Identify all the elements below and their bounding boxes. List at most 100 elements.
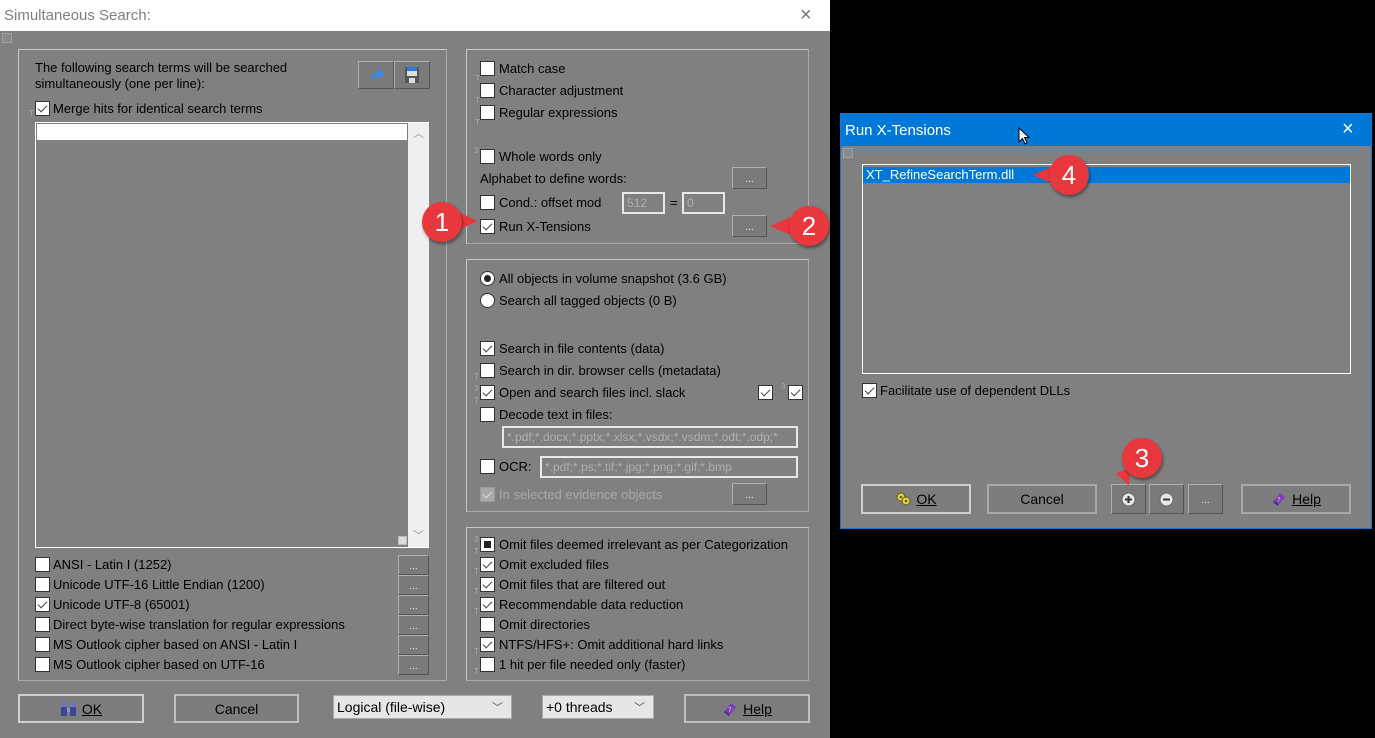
omit-excluded-label: Omit excluded files bbox=[499, 557, 609, 572]
ocr-label: OCR: bbox=[499, 459, 532, 474]
selected-evidence-checkbox[interactable] bbox=[480, 487, 495, 502]
open-search-slack-checkbox[interactable] bbox=[480, 385, 495, 400]
codepage-label-bytewise: Direct byte-wise translation for regular… bbox=[53, 617, 345, 632]
three-marker: 3 bbox=[474, 535, 479, 544]
facilitate-dlls-checkbox[interactable] bbox=[862, 383, 877, 398]
omit-filtered-checkbox[interactable] bbox=[480, 577, 495, 592]
help-label: Help bbox=[743, 700, 772, 717]
codepage-label-outlook-utf16: MS Outlook cipher based on UTF-16 bbox=[53, 657, 265, 672]
close-icon[interactable]: × bbox=[800, 4, 812, 27]
xt-ok-label: OK bbox=[916, 491, 937, 507]
svg-text:?: ? bbox=[1277, 496, 1281, 504]
all-objects-label: All objects in volume snapshot (3.6 GB) bbox=[499, 271, 727, 286]
three-marker: 3 bbox=[474, 384, 479, 393]
omit-excluded-checkbox[interactable] bbox=[480, 557, 495, 572]
codepage-options-button-bytewise[interactable]: ... bbox=[398, 615, 429, 635]
xt-help-button[interactable]: ? Help bbox=[1241, 484, 1351, 514]
merge-hits-label: Merge hits for identical search terms bbox=[53, 101, 263, 116]
omit-hard-links-label: NTFS/HFS+: Omit additional hard links bbox=[499, 637, 724, 652]
codepage-checkbox-utf16le[interactable] bbox=[35, 577, 50, 592]
scroll-down-icon[interactable]: ﹀ bbox=[413, 527, 424, 543]
xtensions-list-item[interactable]: XT_RefineSearchTerm.dll bbox=[863, 167, 1350, 183]
cond-offset-checkbox[interactable] bbox=[480, 195, 495, 210]
run-xtensions-checkbox[interactable] bbox=[480, 219, 495, 234]
codepage-checkbox-utf8[interactable] bbox=[35, 597, 50, 612]
callout-badge-1: 1 bbox=[422, 202, 462, 242]
decode-text-checkbox[interactable] bbox=[480, 407, 495, 422]
codepage-checkbox-outlook-utf16[interactable] bbox=[35, 657, 50, 672]
gears-icon bbox=[896, 492, 911, 506]
whole-words-label: Whole words only bbox=[499, 149, 602, 164]
omit-directories-label: Omit directories bbox=[499, 617, 591, 632]
merge-hits-checkbox[interactable] bbox=[35, 101, 50, 116]
search-terms-description-2: simultaneously (one per line): bbox=[35, 76, 205, 91]
search-file-contents-checkbox[interactable] bbox=[480, 341, 495, 356]
chevron-down-icon: ﹀ bbox=[634, 702, 645, 714]
ocr-checkbox[interactable] bbox=[480, 459, 495, 474]
codepage-checkbox-bytewise[interactable] bbox=[35, 617, 50, 632]
omit-hard-links-checkbox[interactable] bbox=[480, 637, 495, 652]
one-hit-per-file-label: 1 hit per file needed only (faster) bbox=[499, 657, 686, 672]
offset-mod-field[interactable]: 512 bbox=[622, 192, 665, 214]
t-marker: T bbox=[474, 607, 479, 616]
system-corner-box bbox=[843, 148, 853, 158]
t-marker: T bbox=[474, 667, 479, 676]
offset-value-field[interactable]: 0 bbox=[682, 192, 725, 214]
ok-label: OK bbox=[81, 700, 103, 717]
threads-select[interactable]: +0 threads ﹀ bbox=[542, 695, 654, 719]
data-reduction-checkbox[interactable] bbox=[480, 597, 495, 612]
title-bar: Simultaneous Search: × bbox=[0, 0, 830, 31]
xt-cancel-button[interactable]: Cancel bbox=[987, 484, 1097, 514]
omit-filtered-label: Omit files that are filtered out bbox=[499, 577, 666, 592]
tagged-objects-radio[interactable] bbox=[480, 293, 495, 308]
codepage-options-button-outlook-ansi[interactable]: ... bbox=[398, 635, 429, 655]
remove-xtension-button[interactable] bbox=[1149, 484, 1184, 514]
run-xtensions-button[interactable]: ... bbox=[732, 215, 767, 237]
search-mode-select[interactable]: Logical (file-wise) ﹀ bbox=[333, 695, 512, 719]
regular-expressions-label: Regular expressions bbox=[499, 105, 618, 120]
xt-cancel-label: Cancel bbox=[1020, 491, 1064, 507]
regular-expressions-checkbox[interactable] bbox=[480, 105, 495, 120]
all-objects-radio[interactable] bbox=[480, 271, 495, 286]
resize-grip[interactable] bbox=[398, 536, 407, 545]
close-icon[interactable]: × bbox=[1342, 118, 1354, 141]
codepage-options-button-outlook-utf16[interactable]: ... bbox=[398, 655, 429, 675]
save-terms-button[interactable] bbox=[394, 61, 430, 89]
omit-irrelevant-checkbox[interactable] bbox=[480, 537, 495, 552]
decode-text-label: Decode text in files: bbox=[499, 407, 613, 422]
add-xtension-button[interactable] bbox=[1111, 484, 1146, 514]
three-marker: 3 bbox=[474, 146, 479, 155]
xtension-more-button[interactable]: ... bbox=[1188, 484, 1223, 514]
codepage-options-button-ansi[interactable]: ... bbox=[398, 555, 429, 575]
load-terms-button[interactable] bbox=[358, 61, 394, 89]
search-terms-description-1: The following search terms will be searc… bbox=[35, 60, 288, 75]
alphabet-button[interactable]: ... bbox=[732, 167, 767, 189]
scroll-up-icon[interactable]: ︿ bbox=[413, 125, 424, 141]
xt-ok-button[interactable]: OK bbox=[861, 484, 971, 514]
slack-option-checkbox-2[interactable] bbox=[788, 385, 803, 400]
help-button[interactable]: ? Help bbox=[684, 694, 810, 723]
codepage-checkbox-outlook-ansi[interactable] bbox=[35, 637, 50, 652]
codepage-options-button-utf16le[interactable]: ... bbox=[398, 575, 429, 595]
cancel-button[interactable]: Cancel bbox=[174, 694, 299, 723]
xtensions-list[interactable]: XT_RefineSearchTerm.dll bbox=[862, 164, 1351, 374]
t-marker: T bbox=[474, 647, 479, 656]
evidence-button[interactable]: ... bbox=[732, 483, 767, 505]
omit-directories-checkbox[interactable] bbox=[480, 617, 495, 632]
match-case-checkbox[interactable] bbox=[480, 61, 495, 76]
t-marker: T bbox=[29, 109, 34, 118]
decode-text-field[interactable]: *.pdf;*.docx;*.pptx;*.xlsx;*.vsdx;*.vsdm… bbox=[502, 426, 798, 448]
ok-button[interactable]: OK bbox=[18, 694, 144, 723]
search-dir-browser-checkbox[interactable] bbox=[480, 363, 495, 378]
ocr-field[interactable]: *.pdf;*.ps;*.tif;*.jpg;*.png;*.gif;*.bmp bbox=[540, 456, 798, 478]
character-adjustment-checkbox[interactable] bbox=[480, 83, 495, 98]
vertical-scrollbar[interactable]: ︿ ﹀ bbox=[408, 123, 429, 547]
codepage-label-ansi: ANSI - Latin I (1252) bbox=[53, 557, 172, 572]
codepage-checkbox-ansi[interactable] bbox=[35, 557, 50, 572]
one-hit-per-file-checkbox[interactable] bbox=[480, 657, 495, 672]
codepage-options-button-utf8[interactable]: ... bbox=[398, 595, 429, 615]
slack-option-checkbox-1[interactable] bbox=[758, 385, 773, 400]
whole-words-checkbox[interactable] bbox=[480, 149, 495, 164]
xt-help-label: Help bbox=[1292, 491, 1321, 507]
search-terms-textarea[interactable]: ︿ ﹀ bbox=[35, 122, 429, 548]
